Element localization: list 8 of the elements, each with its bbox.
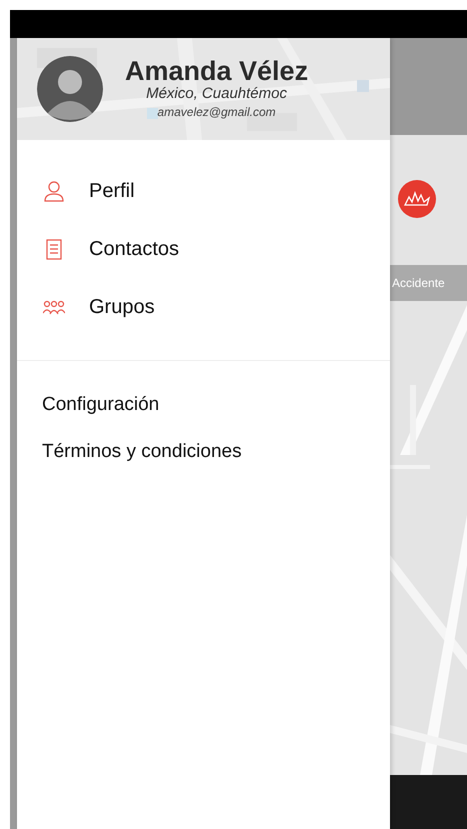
menu-item[interactable]: Contactos	[17, 220, 180, 278]
menu-link[interactable]: Configuración	[42, 391, 160, 420]
menu-item[interactable]: Perfil	[17, 162, 135, 220]
menu-item[interactable]: Grupos	[17, 278, 155, 336]
person-icon	[43, 180, 65, 202]
alert-label: Accidente	[390, 265, 467, 301]
explosion-icon	[404, 191, 430, 207]
menu-link[interactable]: Términos y condiciones	[42, 438, 242, 466]
